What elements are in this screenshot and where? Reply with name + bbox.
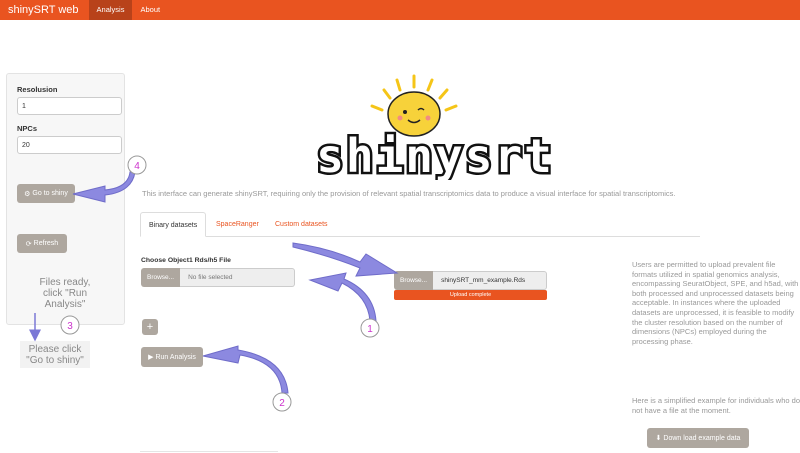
browse-button[interactable]: Browse... (141, 268, 181, 287)
tab-binary-datasets[interactable]: Binary datasets (140, 212, 207, 237)
please-click-note: Please click "Go to shiny" (20, 341, 90, 368)
nav-tab-analysis[interactable]: Analysis (88, 0, 133, 20)
npcs-label: NPCs (17, 124, 38, 133)
please-click-line-2: "Go to shiny" (26, 355, 84, 366)
app-description: This interface can generate shinySRT, re… (142, 189, 676, 198)
refresh-label: Refresh (33, 240, 59, 247)
example-file-input-group: Browse... shinySRT_mm_example.Rds (394, 271, 547, 290)
refresh-button[interactable]: ⟳ Refresh (17, 234, 67, 253)
upload-label: Choose Object1 Rds/h5 File (141, 257, 231, 264)
upload-progress-bar: Upload complete (394, 290, 547, 300)
tab-spaceranger[interactable]: SpaceRanger (208, 212, 267, 237)
files-ready-line-1: Files ready, (39, 277, 91, 288)
play-icon: ▶ (148, 354, 154, 361)
marker-4-label: 4 (134, 161, 140, 172)
info-paragraph: Users are permitted to upload prevalent … (632, 260, 799, 346)
arrow-to-example-file (292, 242, 399, 277)
sun-icon (370, 74, 458, 137)
dataset-tabs: Binary datasets SpaceRanger Custom datas… (140, 212, 700, 237)
download-example-label: Down load example data (663, 434, 741, 442)
shinysrt-logo: shinysrt (314, 74, 554, 180)
divider (140, 451, 278, 452)
resolution-label: Resolusion (17, 85, 58, 94)
download-example-button[interactable]: ⬇ Down load example data (647, 428, 749, 448)
gear-icon: ⚙ (24, 190, 31, 198)
file-name-field[interactable]: No file selected (180, 268, 295, 287)
go-to-shiny-label: Go to shiny (32, 190, 68, 197)
arrow-to-run-analysis (202, 345, 289, 394)
nav-tab-about[interactable]: About (132, 0, 168, 20)
file-input-group: Browse... No file selected (141, 268, 295, 287)
tab-custom-datasets[interactable]: Custom datasets (267, 212, 336, 237)
go-to-shiny-button[interactable]: ⚙ Go to shiny (17, 184, 75, 203)
files-ready-line-2: click "Run (42, 288, 88, 299)
sidebar-panel: Resolusion NPCs ⚙ Go to shiny ⟳ Refresh … (6, 73, 125, 325)
marker-4 (127, 155, 147, 175)
logo-text: shinysrt (316, 129, 554, 180)
marker-1 (360, 318, 380, 338)
resolution-input[interactable] (17, 97, 122, 115)
run-analysis-label: Run Analysis (155, 353, 196, 361)
refresh-icon: ⟳ (25, 240, 32, 248)
app-brand[interactable]: shinySRT web (0, 0, 89, 20)
example-file-name: shinySRT_mm_example.Rds (433, 271, 547, 290)
marker-1-label: 1 (367, 324, 373, 335)
add-dataset-button[interactable]: + (142, 319, 158, 335)
npcs-input[interactable] (17, 136, 122, 154)
example-info-paragraph: Here is a simplified example for individ… (632, 396, 800, 415)
example-browse-button[interactable]: Browse... (394, 271, 434, 290)
marker-2-label: 2 (279, 398, 285, 409)
files-ready-note: Files ready, click "Run Analysis" (25, 277, 105, 310)
marker-2 (272, 392, 292, 412)
please-click-line-1: Please click (28, 344, 82, 355)
run-analysis-button[interactable]: ▶ Run Analysis (141, 347, 203, 367)
download-icon: ⬇ (655, 435, 662, 442)
navbar: shinySRT web Analysis About (0, 0, 800, 20)
files-ready-line-3: Analysis" (44, 299, 86, 310)
arrow-to-browse (308, 272, 377, 322)
